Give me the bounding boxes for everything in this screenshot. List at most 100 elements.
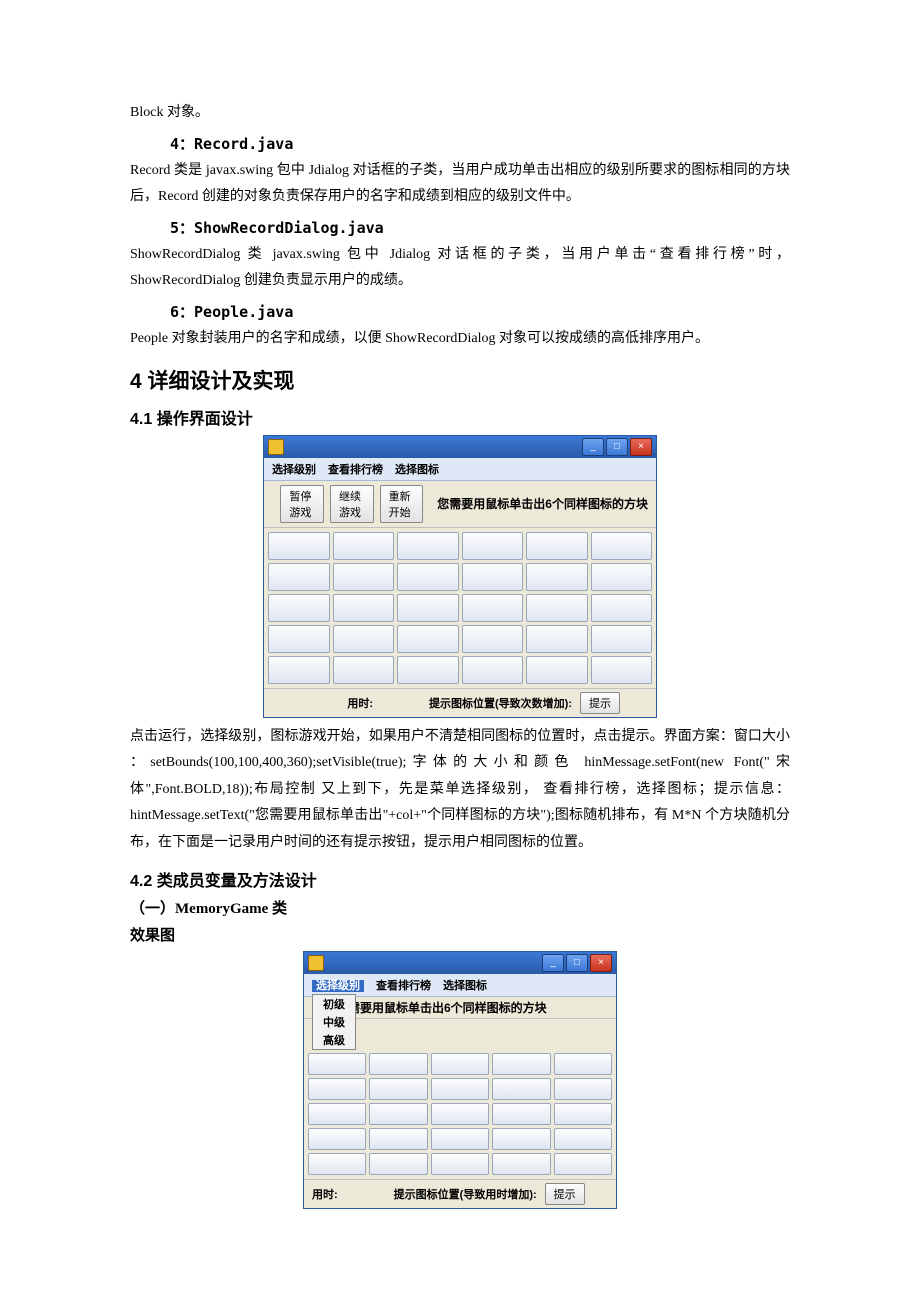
grid-cell[interactable] [492,1078,550,1100]
minimize-button[interactable]: _ [542,954,564,972]
paragraph-showrecorddialog: ShowRecordDialog 类 javax.swing 包中 Jdialo… [130,242,790,295]
grid-cell[interactable] [369,1128,427,1150]
hint-position-label: 提示图标位置(导致用时增加): [394,1186,537,1202]
grid-cell[interactable] [462,563,524,591]
grid-cell[interactable] [333,532,395,560]
heading-showrecorddialog-java: 5：ShowRecordDialog.java [170,217,790,238]
close-button[interactable]: × [630,438,652,456]
restart-button[interactable]: 重新开始 [380,485,424,523]
grid-cell[interactable] [526,594,588,622]
grid-cell[interactable] [397,625,459,653]
game-grid-area [264,528,656,688]
hint-position-label: 提示图标位置(导致次数增加): [429,695,572,711]
grid-cell[interactable] [308,1128,366,1150]
grid-cell[interactable] [591,656,653,684]
level-dropdown: 初级 中级 高级 [312,994,356,1050]
grid-cell[interactable] [554,1103,612,1125]
grid-cell[interactable] [526,625,588,653]
grid-cell[interactable] [431,1103,489,1125]
grid-cell[interactable] [308,1078,366,1100]
heading-section-4-2: 4.2 类成员变量及方法设计 [130,867,790,891]
grid-cell[interactable] [526,532,588,560]
grid-cell[interactable] [591,594,653,622]
game-grid [268,532,652,684]
grid-cell[interactable] [369,1153,427,1175]
grid-cell[interactable] [431,1153,489,1175]
menu-select-level[interactable]: 选择级别 [272,461,316,477]
menu-select-icon[interactable]: 选择图标 [395,461,439,477]
heading-people-java: 6：People.java [170,301,790,322]
hint-button[interactable]: 提示 [545,1183,585,1205]
grid-cell[interactable] [492,1103,550,1125]
grid-cell[interactable] [268,625,330,653]
grid-cell[interactable] [554,1053,612,1075]
grid-cell[interactable] [492,1053,550,1075]
grid-cell[interactable] [268,594,330,622]
grid-cell[interactable] [397,563,459,591]
grid-cell[interactable] [268,656,330,684]
menu-view-leaderboard[interactable]: 查看排行榜 [328,461,383,477]
continue-button[interactable]: 继续游戏 [330,485,374,523]
status-bar: 用时: 提示图标位置(导致次数增加): 提示 [264,688,656,717]
hint-button[interactable]: 提示 [580,692,620,714]
grid-cell[interactable] [333,656,395,684]
window-buttons: _ □ × [582,438,652,456]
close-button[interactable]: × [590,954,612,972]
hint-message: 需要用鼠标单击出6个同样图标的方块 [348,999,612,1016]
heading-effect-image: 效果图 [130,924,790,945]
grid-cell[interactable] [526,656,588,684]
hint-message: 您需要用鼠标单击出6个同样图标的方块 [437,495,648,512]
grid-cell[interactable] [462,656,524,684]
grid-cell[interactable] [526,563,588,591]
paragraph-block: Block 对象。 [130,100,790,127]
grid-cell[interactable] [591,532,653,560]
grid-cell[interactable] [591,563,653,591]
grid-cell[interactable] [462,625,524,653]
titlebar[interactable]: _ □ × [304,952,616,974]
grid-cell[interactable] [268,532,330,560]
menu-select-level[interactable]: 选择级别 [312,980,364,992]
maximize-button[interactable]: □ [606,438,628,456]
grid-cell[interactable] [397,532,459,560]
grid-cell[interactable] [397,656,459,684]
grid-cell[interactable] [308,1053,366,1075]
grid-cell[interactable] [554,1153,612,1175]
grid-cell[interactable] [333,563,395,591]
grid-cell[interactable] [369,1103,427,1125]
paragraph-4-1: 点击运行，选择级别，图标游戏开始，如果用户不清楚相同图标的位置时，点击提示。界面… [130,724,790,857]
level-option-beginner[interactable]: 初级 [313,995,355,1013]
window-buttons: _ □ × [542,954,612,972]
grid-cell[interactable] [268,563,330,591]
menu-view-leaderboard[interactable]: 查看排行榜 [376,977,431,993]
grid-cell[interactable] [492,1128,550,1150]
grid-cell[interactable] [397,594,459,622]
grid-cell[interactable] [462,532,524,560]
heading-memorygame-class: （一）MemoryGame 类 [130,897,790,918]
grid-cell[interactable] [431,1053,489,1075]
status-bar: 用时: 提示图标位置(导致用时增加): 提示 [304,1179,616,1208]
paragraph-people: People 对象封装用户的名字和成绩，以便 ShowRecordDialog … [130,326,790,353]
grid-cell[interactable] [591,625,653,653]
grid-cell[interactable] [369,1053,427,1075]
grid-cell[interactable] [492,1153,550,1175]
grid-cell[interactable] [462,594,524,622]
minimize-button[interactable]: _ [582,438,604,456]
maximize-button[interactable]: □ [566,954,588,972]
grid-cell[interactable] [308,1153,366,1175]
grid-cell[interactable] [554,1128,612,1150]
grid-cell[interactable] [308,1103,366,1125]
grid-cell[interactable] [333,625,395,653]
pause-button[interactable]: 暂停游戏 [280,485,324,523]
level-option-intermediate[interactable]: 中级 [313,1013,355,1031]
titlebar[interactable]: _ □ × [264,436,656,458]
grid-cell[interactable] [431,1078,489,1100]
paragraph-record: Record 类是 javax.swing 包中 Jdialog 对话框的子类，… [130,158,790,211]
grid-cell[interactable] [369,1078,427,1100]
grid-cell[interactable] [333,594,395,622]
time-label: 用时: [347,695,373,711]
level-option-advanced[interactable]: 高级 [313,1031,355,1049]
menu-select-icon[interactable]: 选择图标 [443,977,487,993]
grid-cell[interactable] [431,1128,489,1150]
grid-cell[interactable] [554,1078,612,1100]
swing-window-2: _ □ × 选择级别 初级 中级 高级 查看排行榜 选择图标 [303,951,617,1209]
